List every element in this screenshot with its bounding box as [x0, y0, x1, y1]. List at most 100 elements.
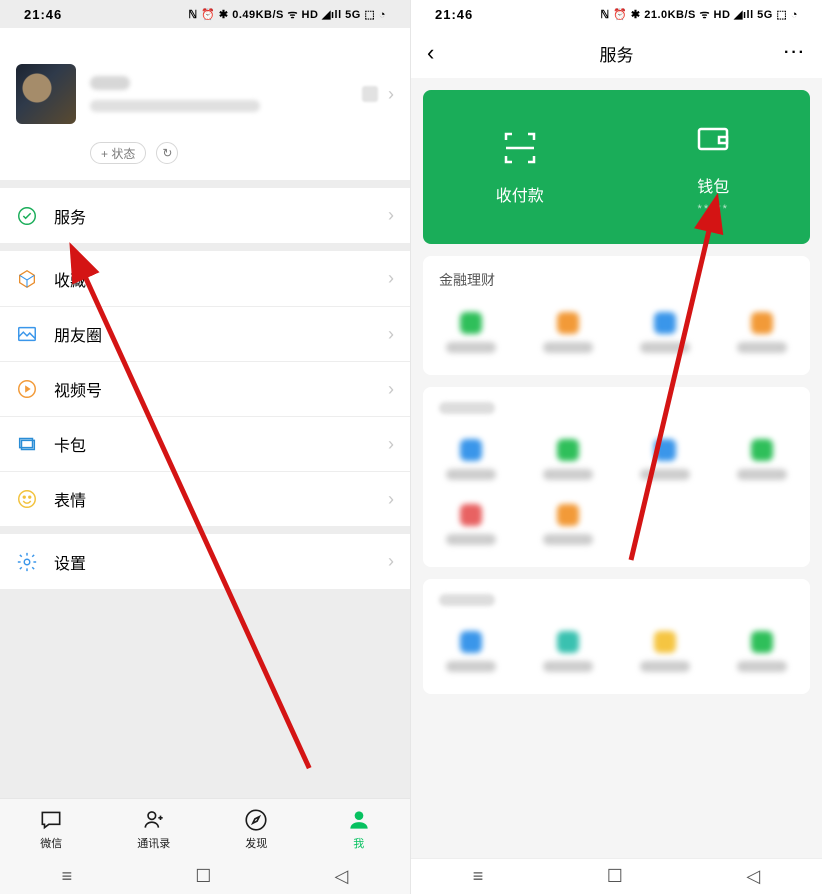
service-label-blur: [737, 342, 787, 353]
settings-icon: [16, 551, 38, 573]
pay-label: 收付款: [496, 182, 544, 206]
service-icon: [557, 631, 579, 653]
service-item[interactable]: [423, 427, 520, 492]
service-item[interactable]: [520, 300, 617, 365]
chevron-right-icon: ›: [388, 205, 394, 226]
wallet-button[interactable]: 钱包 *****: [617, 90, 811, 244]
service-label-blur: [737, 469, 787, 480]
service-label-blur: [446, 534, 496, 545]
section-title-blur: [423, 401, 810, 427]
sys-menu-icon[interactable]: ≡: [62, 866, 73, 887]
service-icon: [460, 439, 482, 461]
service-item[interactable]: [713, 619, 810, 684]
service-item[interactable]: [617, 427, 714, 492]
profile-name-blur: [90, 76, 130, 90]
sys-back-icon[interactable]: ◁: [335, 866, 349, 887]
service-label-blur: [640, 661, 690, 672]
cell-moments[interactable]: 朋友圈 ›: [0, 306, 410, 361]
status-icons: ℕ ⏰ ✱ 21.0KB/S ᯤ HD ◢ıll 5G ⬚ ◔: [600, 7, 798, 22]
service-label-blur: [543, 469, 593, 480]
services-icon: [16, 205, 38, 227]
service-icon: [557, 504, 579, 526]
service-label-blur: [640, 342, 690, 353]
nav-label: 微信: [40, 835, 62, 851]
scan-icon: [500, 128, 540, 168]
service-icon: [654, 439, 676, 461]
qrcode-icon[interactable]: [362, 86, 378, 102]
wechat-services-screen: 21:46 ℕ ⏰ ✱ 21.0KB/S ᯤ HD ◢ıll 5G ⬚ ◔ ‹ …: [411, 0, 822, 894]
chevron-right-icon: ›: [388, 379, 394, 400]
gap: [0, 243, 410, 251]
gap: [0, 526, 410, 534]
service-icon: [654, 312, 676, 334]
service-label-blur: [640, 469, 690, 480]
status-icons: ℕ ⏰ ✱ 0.49KB/S ᯤ HD ◢ıll 5G ⬚ ◔: [188, 7, 386, 22]
service-label-blur: [446, 342, 496, 353]
chevron-right-icon: ›: [388, 434, 394, 455]
sys-back-icon[interactable]: ◁: [746, 866, 760, 887]
service-label-blur: [543, 534, 593, 545]
status-add-button[interactable]: + 状态: [90, 142, 146, 164]
system-nav: ≡ ☐ ◁: [411, 858, 822, 894]
status-time: 21:46: [435, 7, 473, 22]
profile-right: ›: [362, 84, 394, 105]
service-item[interactable]: [520, 427, 617, 492]
cell-label: 朋友圈: [54, 322, 372, 346]
cell-channels[interactable]: 视频号 ›: [0, 361, 410, 416]
section-life: [423, 387, 810, 567]
nav-contacts[interactable]: 通讯录: [103, 799, 206, 858]
cell-label: 表情: [54, 487, 372, 511]
wallet-icon: [693, 119, 733, 159]
pay-button[interactable]: 收付款: [423, 90, 617, 244]
service-item[interactable]: [423, 619, 520, 684]
chevron-right-icon: ›: [388, 84, 394, 105]
system-nav: ≡ ☐ ◁: [0, 858, 410, 894]
wallet-label: 钱包: [697, 173, 729, 197]
section-title: 金融理财: [423, 270, 810, 300]
channels-icon: [16, 378, 38, 400]
chat-icon: [38, 807, 64, 833]
profile-row[interactable]: ›: [0, 46, 410, 142]
sys-home-icon[interactable]: ☐: [195, 866, 211, 887]
cell-label: 卡包: [54, 432, 372, 456]
page-title: 服务: [411, 41, 822, 66]
service-item[interactable]: [423, 492, 520, 557]
cards-icon: [16, 433, 38, 455]
sys-home-icon[interactable]: ☐: [607, 866, 623, 887]
service-item[interactable]: [520, 619, 617, 684]
chevron-right-icon: ›: [388, 489, 394, 510]
service-item[interactable]: [423, 300, 520, 365]
favorites-icon: [16, 268, 38, 290]
status-row: + 状态: [0, 142, 410, 180]
service-icon: [460, 312, 482, 334]
service-label-blur: [446, 661, 496, 672]
status-refresh-button[interactable]: [156, 142, 178, 164]
service-item[interactable]: [617, 619, 714, 684]
service-item[interactable]: [520, 492, 617, 557]
chevron-right-icon: ›: [388, 268, 394, 289]
cell-stickers[interactable]: 表情 ›: [0, 471, 410, 526]
service-item[interactable]: [713, 300, 810, 365]
nav-me[interactable]: 我: [308, 799, 411, 858]
section-travel: [423, 579, 810, 694]
service-item[interactable]: [617, 300, 714, 365]
status-bar: 21:46 ℕ ⏰ ✱ 0.49KB/S ᯤ HD ◢ıll 5G ⬚ ◔: [0, 0, 410, 28]
service-icon: [751, 631, 773, 653]
service-item[interactable]: [713, 427, 810, 492]
service-icon: [751, 439, 773, 461]
cell-services[interactable]: 服务 ›: [0, 188, 410, 243]
me-icon: [346, 807, 372, 833]
cell-label: 收藏: [54, 267, 372, 291]
cell-settings[interactable]: 设置 ›: [0, 534, 410, 589]
cell-cards[interactable]: 卡包 ›: [0, 416, 410, 471]
service-icon: [460, 631, 482, 653]
profile-sub-blur: [90, 100, 260, 112]
sys-menu-icon[interactable]: ≡: [473, 866, 484, 887]
wallet-balance-mask: *****: [698, 203, 729, 215]
nav-chats[interactable]: 微信: [0, 799, 103, 858]
nav-discover[interactable]: 发现: [205, 799, 308, 858]
nav-label: 通讯录: [137, 835, 170, 851]
service-label-blur: [543, 342, 593, 353]
cell-favorites[interactable]: 收藏 ›: [0, 251, 410, 306]
avatar[interactable]: [16, 64, 76, 124]
